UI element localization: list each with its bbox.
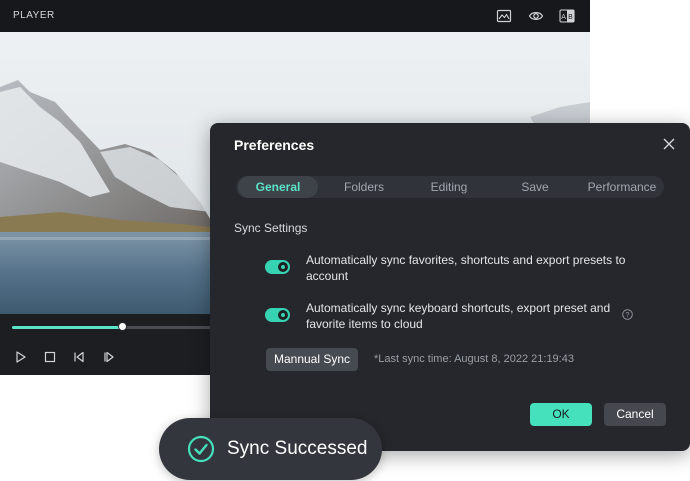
player-title: PLAYER [13, 10, 55, 21]
play-icon[interactable] [14, 350, 28, 364]
manual-sync-button[interactable]: Mannual Sync [266, 348, 358, 371]
section-title: Sync Settings [234, 221, 308, 235]
player-header: PLAYER A B [0, 0, 590, 32]
previous-frame-icon[interactable] [72, 350, 86, 364]
tab-performance[interactable]: Performance [581, 176, 663, 198]
eye-icon[interactable] [528, 8, 544, 24]
tab-general[interactable]: General [238, 176, 318, 198]
progress-handle[interactable] [118, 322, 127, 331]
preferences-dialog: Preferences General Folders Editing Save… [210, 123, 690, 451]
ab-compare-icon[interactable]: A B [559, 8, 575, 24]
preferences-tabs: General Folders Editing Save Performance [236, 176, 664, 198]
close-icon[interactable] [662, 137, 676, 151]
svg-text:A: A [561, 14, 566, 21]
progress-track[interactable] [12, 326, 212, 329]
next-frame-icon[interactable] [102, 350, 116, 364]
sync-favorites-toggle[interactable] [265, 260, 290, 274]
tab-folders[interactable]: Folders [324, 176, 404, 198]
toast-message: Sync Successed [227, 438, 368, 459]
svg-text:B: B [568, 14, 573, 21]
sync-favorites-label: Automatically sync favorites, shortcuts … [306, 253, 626, 283]
last-sync-time: *Last sync time: August 8, 2022 21:19:43 [374, 353, 574, 365]
sync-success-toast: Sync Successed [159, 418, 382, 480]
cancel-button[interactable]: Cancel [604, 403, 666, 426]
sync-shortcuts-label: Automatically sync keyboard shortcuts, e… [306, 301, 611, 331]
help-icon[interactable]: ? [622, 309, 633, 320]
sync-shortcuts-toggle[interactable] [265, 308, 290, 322]
svg-text:?: ? [626, 312, 630, 319]
dialog-title: Preferences [234, 137, 315, 153]
progress-fill [12, 326, 122, 329]
stop-icon[interactable] [43, 350, 57, 364]
check-circle-icon [187, 435, 215, 463]
tab-editing[interactable]: Editing [409, 176, 489, 198]
ok-button[interactable]: OK [530, 403, 592, 426]
image-compare-icon[interactable] [496, 8, 512, 24]
tab-save[interactable]: Save [495, 176, 575, 198]
